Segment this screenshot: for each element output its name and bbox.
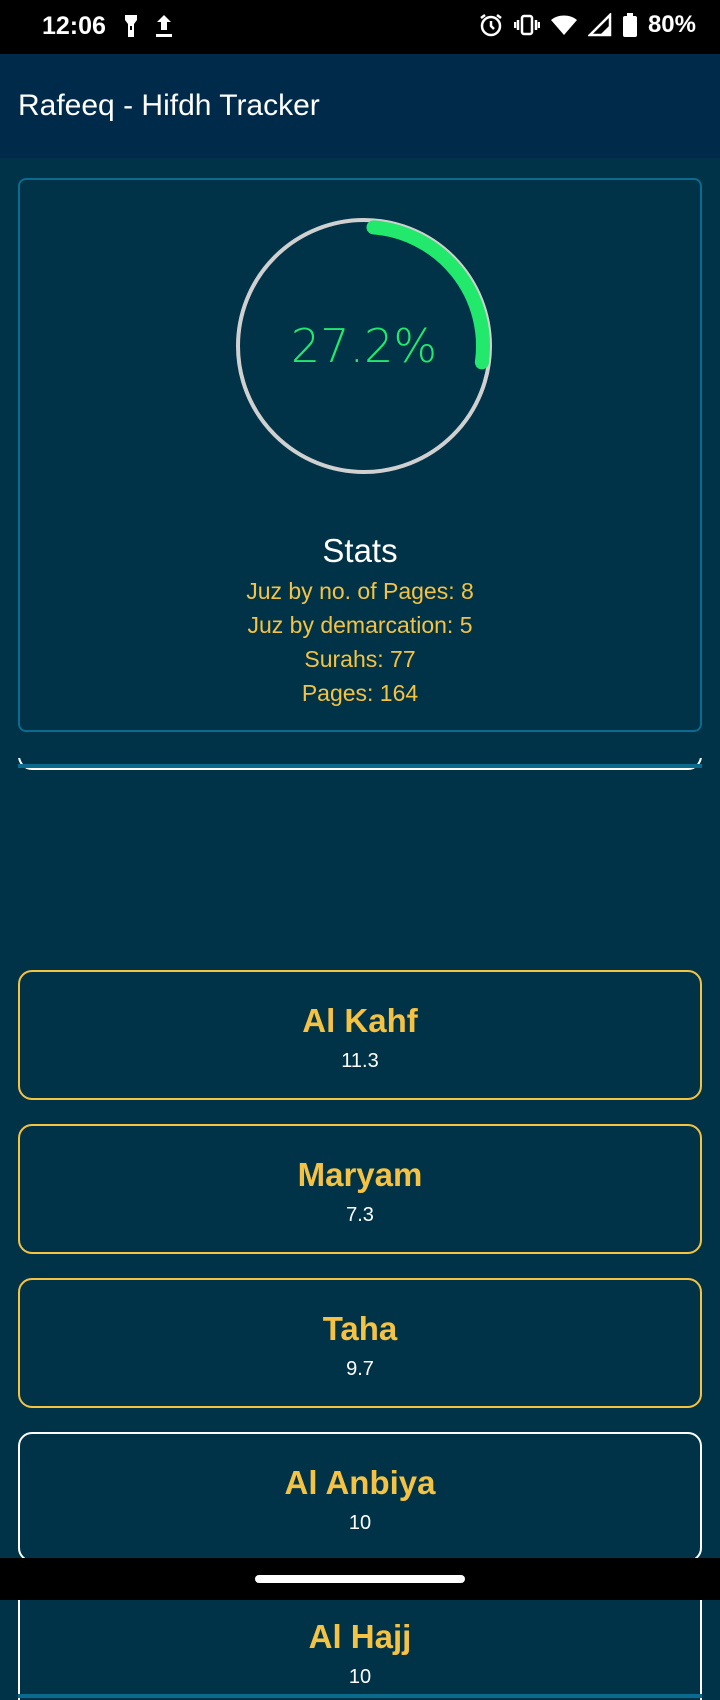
vibrate-icon	[513, 14, 540, 36]
list-item[interactable]: Al Hajj 10	[18, 1586, 702, 1700]
list-divider	[18, 764, 702, 768]
signal-icon	[587, 13, 612, 37]
surah-name: Maryam	[297, 1156, 423, 1193]
surah-value: 10	[348, 1666, 372, 1688]
surah-value: 10	[348, 1512, 372, 1534]
surah-value: 7.3	[346, 1204, 374, 1226]
flashlight-icon	[125, 15, 137, 37]
surah-name: Al Hajj	[308, 1618, 412, 1655]
main-content: 27.2% Stats Juz by no. of Pages: 8 Juz b…	[0, 158, 720, 1700]
list-item[interactable]: Taha 9.7	[18, 1278, 702, 1408]
surah-name: Taha	[322, 1310, 398, 1347]
list-item[interactable]: Maryam 7.3	[18, 1124, 702, 1254]
app-title: Rafeeq - Hifdh Tracker	[18, 89, 320, 122]
list-item[interactable]: Al Anbiya 10	[18, 1432, 702, 1562]
status-left-icons	[122, 13, 174, 39]
stat-juz-pages: Juz by no. of Pages: 8	[246, 578, 474, 604]
battery-text: 80%	[647, 11, 696, 38]
app-bar: Rafeeq - Hifdh Tracker	[0, 54, 720, 158]
surah-value: 9.7	[346, 1358, 374, 1380]
upload-icon	[156, 15, 172, 37]
list-divider	[18, 1694, 702, 1698]
wifi-icon	[550, 15, 577, 35]
stat-pages: Pages: 164	[301, 680, 419, 706]
list-item[interactable]: Al Kahf 11.3	[18, 970, 702, 1100]
home-gesture-handle[interactable]	[255, 1575, 465, 1583]
status-right: 80%	[478, 11, 696, 39]
battery-icon	[622, 13, 637, 37]
stat-juz-demarcation: Juz by demarcation: 5	[247, 612, 473, 638]
status-time: 12:06	[42, 12, 106, 40]
navigation-bar	[0, 1558, 720, 1600]
stats-title: Stats	[322, 532, 398, 569]
surah-name: Al Kahf	[302, 1002, 418, 1039]
stats-card: 27.2% Stats Juz by no. of Pages: 8 Juz b…	[18, 178, 702, 732]
stat-surahs: Surahs: 77	[304, 646, 416, 672]
status-bar: 12:06 80%	[0, 0, 720, 54]
surah-value: 11.3	[341, 1050, 379, 1072]
progress-percent: 27.2%	[290, 319, 438, 373]
surah-name: Al Anbiya	[284, 1464, 436, 1501]
alarm-icon	[480, 14, 502, 37]
